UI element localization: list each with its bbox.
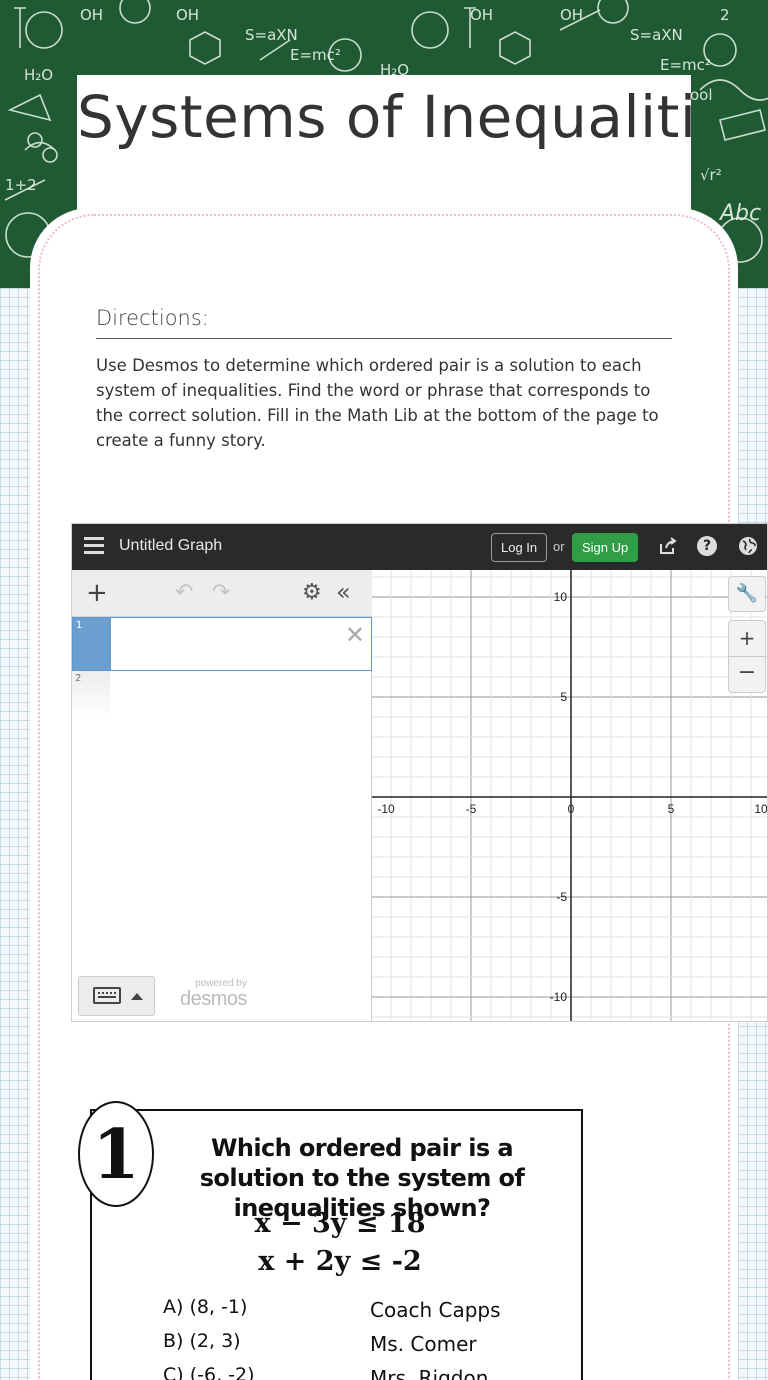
or-label: or bbox=[553, 539, 565, 554]
menu-icon[interactable] bbox=[84, 537, 104, 557]
keyboard-icon bbox=[93, 987, 121, 1004]
zoom-out-icon[interactable]: − bbox=[728, 657, 766, 693]
x-tick-label: -5 bbox=[466, 802, 477, 816]
option-c-word: Mrs. Rigdon bbox=[370, 1366, 489, 1380]
option-c: C) (-6, -2) bbox=[163, 1364, 255, 1380]
close-icon[interactable]: ✕ bbox=[345, 621, 365, 649]
y-tick-label: 10 bbox=[554, 590, 568, 604]
directions-heading: Directions: bbox=[96, 306, 672, 339]
expression-panel: + ↶ ↷ ⚙ « 1 ✕ 2 powered by desmos bbox=[72, 570, 372, 1021]
redo-icon[interactable]: ↷ bbox=[212, 580, 230, 605]
svg-text:Abc: Abc bbox=[718, 201, 761, 226]
page-title: Systems of Inequalities Math Lib bbox=[77, 83, 691, 151]
wrench-icon[interactable]: 🔧 bbox=[728, 576, 766, 612]
svg-text:OH: OH bbox=[470, 6, 493, 24]
directions-text: Use Desmos to determine which ordered pa… bbox=[96, 356, 659, 450]
svg-text:E=mc²: E=mc² bbox=[290, 46, 341, 64]
gear-icon[interactable]: ⚙ bbox=[302, 580, 322, 605]
svg-text:2: 2 bbox=[720, 6, 730, 24]
svg-text:OH: OH bbox=[560, 6, 583, 24]
y-tick-label: -10 bbox=[550, 990, 568, 1004]
zoom-in-icon[interactable]: + bbox=[728, 620, 766, 657]
option-b-word: Ms. Comer bbox=[370, 1332, 477, 1356]
svg-text:E=mc²: E=mc² bbox=[660, 56, 711, 74]
collapse-icon[interactable]: « bbox=[336, 578, 351, 606]
expression-toolbar: + ↶ ↷ ⚙ « bbox=[72, 570, 372, 617]
globe-icon[interactable] bbox=[737, 536, 759, 558]
x-tick-label: 10 bbox=[754, 802, 768, 816]
question-number: 1 bbox=[78, 1101, 154, 1207]
svg-text:1+2: 1+2 bbox=[5, 176, 37, 194]
expression-row[interactable]: 2 bbox=[72, 671, 372, 717]
inequality-2: x + 2y ≤ -2 bbox=[258, 1246, 422, 1277]
help-glyph: ? bbox=[697, 536, 717, 556]
svg-text:S=aXN: S=aXN bbox=[245, 26, 298, 44]
expression-index: 2 bbox=[72, 671, 110, 717]
option-a: A) (8, -1) bbox=[163, 1296, 248, 1318]
caret-up-icon bbox=[131, 993, 143, 1000]
graph-paper[interactable]: -10 -5 0 5 10 10 5 -5 -10 bbox=[372, 570, 768, 1022]
undo-icon[interactable]: ↶ bbox=[175, 580, 193, 605]
help-icon[interactable]: ? bbox=[697, 536, 719, 558]
x-tick-label: 0 bbox=[568, 802, 575, 816]
x-tick-label: 5 bbox=[668, 802, 675, 816]
expression-row[interactable]: 1 ✕ bbox=[72, 617, 372, 671]
svg-text:OH: OH bbox=[176, 6, 199, 24]
signup-button[interactable]: Sign Up bbox=[572, 533, 639, 562]
expression-index: 1 bbox=[73, 618, 111, 670]
svg-text:ool: ool bbox=[690, 86, 713, 104]
share-icon[interactable] bbox=[657, 536, 679, 558]
login-button[interactable]: Log In bbox=[491, 533, 548, 562]
option-b: B) (2, 3) bbox=[163, 1330, 241, 1352]
option-a-word: Coach Capps bbox=[370, 1298, 501, 1322]
y-tick-label: 5 bbox=[560, 690, 567, 704]
keyboard-toggle-button[interactable] bbox=[78, 976, 155, 1016]
title-card: Systems of Inequalities Math Lib bbox=[77, 75, 691, 215]
desmos-calculator: Untitled Graph Log In or Sign Up ? + ↶ ↷… bbox=[71, 523, 768, 1022]
desmos-logo[interactable]: desmos bbox=[180, 988, 248, 1011]
svg-text:S=aXN: S=aXN bbox=[630, 26, 683, 44]
svg-text:OH: OH bbox=[80, 6, 103, 24]
desmos-header: Untitled Graph Log In or Sign Up ? bbox=[72, 524, 767, 570]
y-tick-label: -5 bbox=[556, 890, 567, 904]
inequality-1: x − 3y ≤ 18 bbox=[254, 1208, 426, 1239]
graph-title[interactable]: Untitled Graph bbox=[119, 537, 222, 555]
x-tick-label: -10 bbox=[377, 802, 395, 816]
svg-text:√r²: √r² bbox=[700, 166, 722, 184]
svg-text:H₂O: H₂O bbox=[24, 66, 53, 84]
plus-icon[interactable]: + bbox=[86, 578, 108, 608]
